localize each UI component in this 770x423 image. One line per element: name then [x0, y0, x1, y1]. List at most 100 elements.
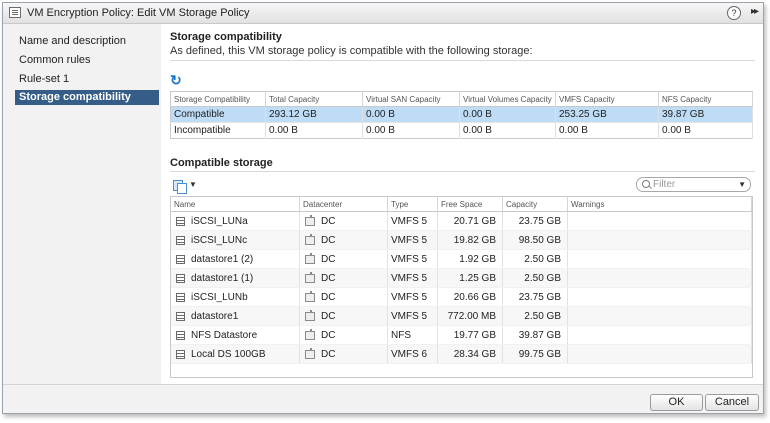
datastore-icon: [176, 235, 185, 245]
storage-grid: Name Datacenter Type Free Space Capacity…: [171, 197, 752, 364]
sidebar-item-storage-compatibility[interactable]: Storage compatibility: [15, 90, 159, 105]
datastore-icon: [176, 292, 185, 302]
compatible-storage-table: Name Datacenter Type Free Space Capacity…: [170, 196, 753, 378]
filter-input[interactable]: Filter ▼: [636, 177, 751, 192]
table-cell: VMFS 5: [387, 306, 438, 326]
table-cell: 1.92 GB: [437, 249, 503, 269]
chevron-down-icon[interactable]: ▼: [189, 180, 197, 189]
wizard-sidebar: Name and description Common rules Rule-s…: [3, 24, 161, 384]
table-cell: 2.50 GB: [502, 306, 568, 326]
datacenter-name: DC: [321, 253, 336, 265]
table-row[interactable]: iSCSI_LUNa DC VMFS 5 20.71 GB 23.75 GB: [171, 211, 752, 231]
datastore-actions-icon[interactable]: [173, 180, 187, 194]
filter-placeholder: Filter: [653, 179, 676, 190]
table-cell: Compatible: [170, 106, 266, 123]
table-cell: 253.25 GB: [555, 106, 659, 123]
datacenter-icon: [305, 290, 315, 302]
column-header[interactable]: Type: [387, 197, 438, 212]
table-row[interactable]: datastore1 (2) DC VMFS 5 1.92 GB 2.50 GB: [171, 249, 752, 269]
table-cell: 293.12 GB: [265, 106, 363, 123]
column-header[interactable]: Storage Compatibility: [170, 91, 266, 107]
table-cell: [567, 344, 752, 364]
table-cell: NFS: [387, 325, 438, 345]
table-row[interactable]: datastore1 (1) DC VMFS 5 1.25 GB 2.50 GB: [171, 268, 752, 288]
sidebar-item-name-and-description[interactable]: Name and description: [15, 34, 126, 49]
table-cell: datastore1 (1): [171, 268, 300, 288]
datacenter-name: DC: [321, 234, 336, 246]
compatibility-summary-table: Storage Compatibility Total Capacity Vir…: [170, 91, 753, 139]
table-cell: DC: [299, 249, 388, 269]
datastore-icon: [176, 349, 185, 359]
table-row[interactable]: iSCSI_LUNc DC VMFS 5 19.82 GB 98.50 GB: [171, 230, 752, 250]
table-cell: 772.00 MB: [437, 306, 503, 326]
table-cell: VMFS 5: [387, 211, 438, 231]
expand-icon[interactable]: ▸▸: [751, 6, 759, 17]
datastore-name: datastore1: [191, 310, 239, 322]
table-cell: NFS Datastore: [171, 325, 300, 345]
table-row[interactable]: iSCSI_LUNb DC VMFS 5 20.66 GB 23.75 GB: [171, 287, 752, 307]
column-header[interactable]: Warnings: [567, 197, 752, 212]
table-cell: iSCSI_LUNb: [171, 287, 300, 307]
table-cell: 99.75 GB: [502, 344, 568, 364]
cancel-button[interactable]: Cancel: [705, 394, 759, 411]
table-cell: 20.66 GB: [437, 287, 503, 307]
table-row[interactable]: Local DS 100GB DC VMFS 6 28.34 GB 99.75 …: [171, 344, 752, 364]
table-cell: 0.00 B: [265, 122, 363, 139]
table-row[interactable]: Compatible 293.12 GB 0.00 B 0.00 B 253.2…: [170, 106, 753, 123]
table-cell: 39.87 GB: [658, 106, 753, 123]
table-cell: datastore1: [171, 306, 300, 326]
table-cell: 2.50 GB: [502, 249, 568, 269]
chevron-down-icon[interactable]: ▼: [738, 180, 746, 189]
column-header[interactable]: Capacity: [502, 197, 568, 212]
column-header[interactable]: NFS Capacity: [658, 91, 753, 107]
table-cell: 23.75 GB: [502, 211, 568, 231]
datastore-name: Local DS 100GB: [191, 348, 266, 360]
datacenter-icon: [305, 347, 315, 359]
datacenter-icon: [305, 271, 315, 283]
table-cell: iSCSI_LUNa: [171, 211, 300, 231]
table-cell: 39.87 GB: [502, 325, 568, 345]
table-cell: 19.77 GB: [437, 325, 503, 345]
table-cell: [567, 230, 752, 250]
refresh-icon[interactable]: ↻: [170, 72, 182, 89]
column-header[interactable]: Name: [171, 197, 300, 212]
table-cell: 0.00 B: [658, 122, 753, 139]
page-title: Storage compatibility: [170, 31, 282, 43]
table-cell: 0.00 B: [362, 122, 460, 139]
table-cell: 0.00 B: [555, 122, 659, 139]
table-row[interactable]: Incompatible 0.00 B 0.00 B 0.00 B 0.00 B…: [170, 122, 753, 139]
table-cell: 98.50 GB: [502, 230, 568, 250]
column-header[interactable]: Virtual Volumes Capacity: [459, 91, 556, 107]
table-cell: [567, 287, 752, 307]
table-cell: DC: [299, 230, 388, 250]
table-cell: 28.34 GB: [437, 344, 503, 364]
datastore-name: iSCSI_LUNc: [191, 234, 248, 246]
table-cell: 2.50 GB: [502, 268, 568, 288]
column-header[interactable]: Virtual SAN Capacity: [362, 91, 460, 107]
table-cell: VMFS 5: [387, 230, 438, 250]
table-cell: 0.00 B: [362, 106, 460, 123]
edit-storage-policy-dialog: VM Encryption Policy: Edit VM Storage Po…: [2, 2, 764, 414]
table-row[interactable]: NFS Datastore DC NFS 19.77 GB 39.87 GB: [171, 325, 752, 345]
table-row[interactable]: datastore1 DC VMFS 5 772.00 MB 2.50 GB: [171, 306, 752, 326]
column-header[interactable]: VMFS Capacity: [555, 91, 659, 107]
table-cell: 20.71 GB: [437, 211, 503, 231]
ok-button[interactable]: OK: [650, 394, 703, 411]
sidebar-item-common-rules[interactable]: Common rules: [15, 53, 91, 68]
table-cell: DC: [299, 287, 388, 307]
help-icon[interactable]: ?: [727, 6, 741, 20]
column-header[interactable]: Datacenter: [299, 197, 388, 212]
column-header[interactable]: Free Space: [437, 197, 503, 212]
datacenter-icon: [305, 309, 315, 321]
datastore-icon: [176, 216, 185, 226]
table-cell: 19.82 GB: [437, 230, 503, 250]
datastore-icon: [176, 311, 185, 321]
search-icon: [642, 180, 650, 188]
table-cell: [567, 268, 752, 288]
datacenter-name: DC: [321, 348, 336, 360]
datastore-icon: [176, 254, 185, 264]
column-header[interactable]: Total Capacity: [265, 91, 363, 107]
sidebar-item-rule-set-1[interactable]: Rule-set 1: [15, 72, 69, 87]
table-cell: [567, 306, 752, 326]
table-cell: [567, 325, 752, 345]
